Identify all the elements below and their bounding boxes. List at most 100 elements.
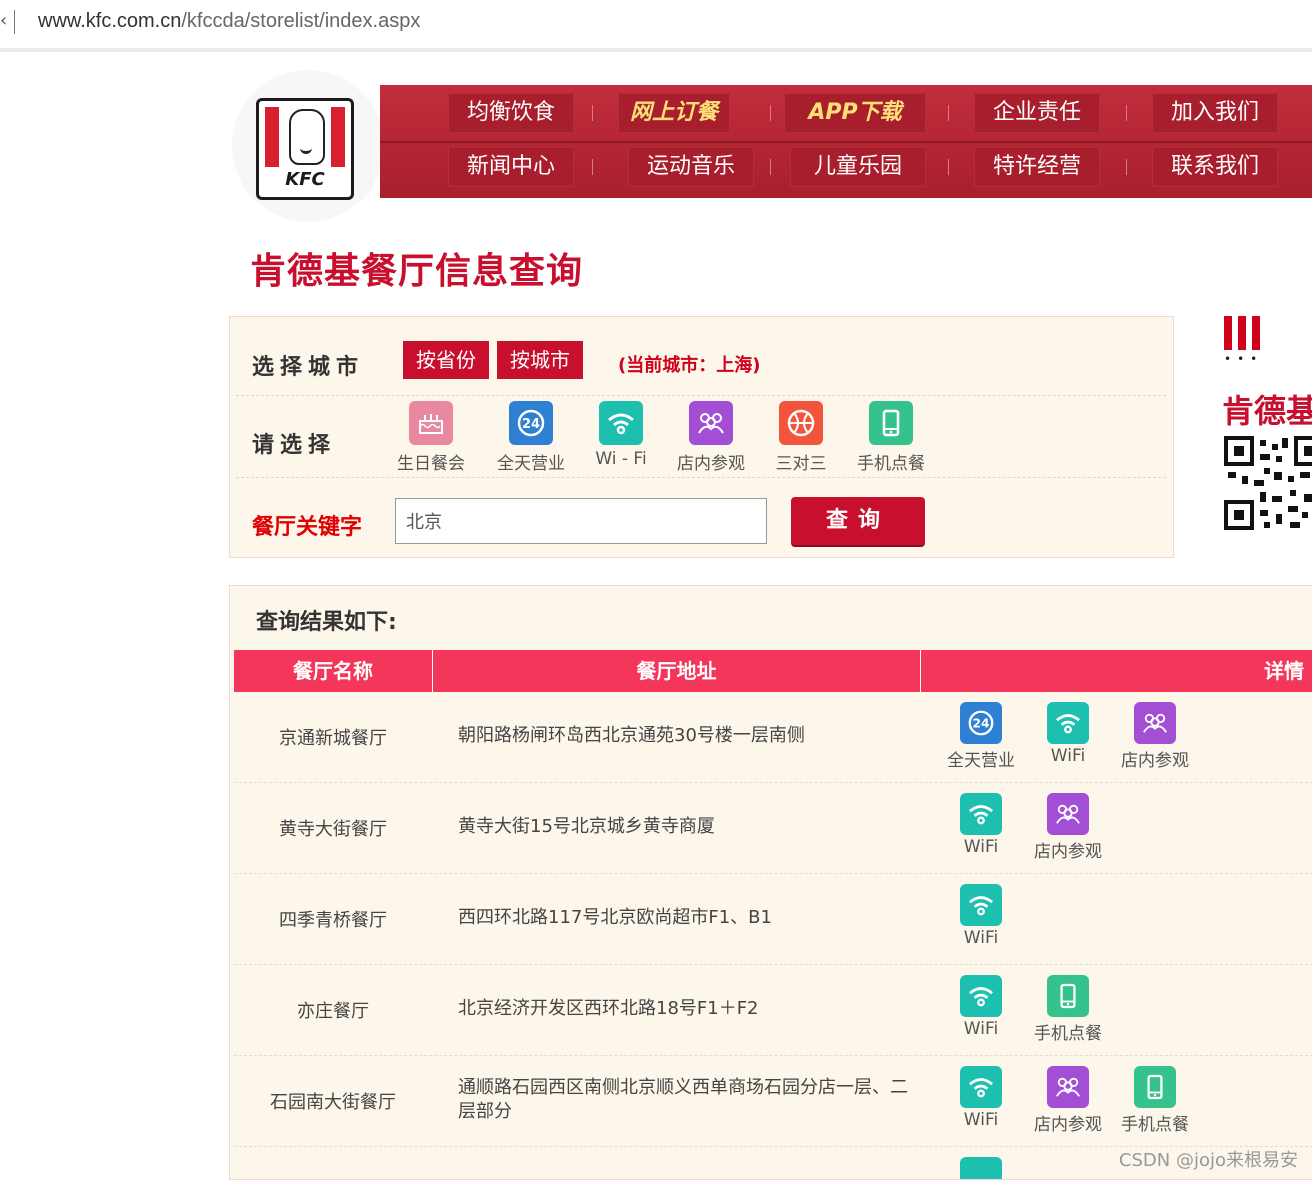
logo-stripe	[331, 107, 345, 167]
by-city-button[interactable]: 按城市	[497, 341, 583, 379]
table-header: 餐厅名称 餐厅地址 详情	[234, 650, 1312, 692]
promo-text: 肯德基	[1222, 392, 1312, 430]
store-address: 黄寺大街15号北京城乡黄寺商厦	[458, 816, 715, 837]
tag-label: WiFi	[963, 1019, 999, 1039]
tag-wifi	[936, 1157, 1026, 1179]
wifi-icon	[960, 1157, 1002, 1179]
table-row[interactable]: 黄寺大街餐厅 黄寺大街15号北京城乡黄寺商厦 WiFi 店内参观	[234, 783, 1312, 874]
tag-label: 手机点餐	[1121, 1115, 1189, 1135]
watermark: CSDN @jojo来根易安	[1118, 1150, 1298, 1171]
nav-item-franchise[interactable]: 特许经营	[974, 147, 1100, 187]
row-divider	[236, 395, 1166, 396]
feature-label: 生日餐会	[397, 454, 465, 474]
feature-label: 店内参观	[677, 454, 745, 474]
feature-label: 全天营业	[497, 454, 565, 474]
back-icon[interactable]: ‹	[0, 10, 7, 31]
wifi-icon	[960, 793, 1002, 835]
nav-divider	[1126, 105, 1127, 121]
svg-text:24: 24	[973, 717, 990, 731]
store-address: 朝阳路杨闸环岛西北京通苑30号楼一层南侧	[458, 725, 805, 746]
mobile-order-icon	[1134, 1066, 1176, 1108]
tag-label: WiFi	[963, 1110, 999, 1130]
tag-mobile-order: 手机点餐	[1110, 1066, 1200, 1135]
nav-divider	[592, 159, 593, 175]
nav-item-contact-us[interactable]: 联系我们	[1152, 147, 1278, 187]
tag-label: 店内参观	[1034, 1115, 1102, 1135]
address-bar-divider	[14, 10, 15, 34]
logo-circle: KFC	[232, 70, 384, 222]
column-header-details: 详情	[1264, 659, 1304, 683]
site-header: KFC 均衡饮食 网上订餐 APP下载 企业责任 加入我们 新闻中心 运动音乐 …	[232, 70, 1312, 222]
qr-code-icon[interactable]	[1224, 436, 1312, 532]
nav-divider	[770, 105, 771, 121]
feature-mobile-order[interactable]: 手机点餐	[850, 401, 932, 474]
table-row[interactable]: 京通新城餐厅 朝阳路杨闸环岛西北京通苑30号楼一层南侧 24 全天营业 WiFi…	[234, 692, 1312, 783]
wifi-icon	[1047, 702, 1089, 744]
wifi-icon	[960, 1066, 1002, 1108]
feature-label: 三对三	[775, 454, 827, 474]
tag-store-visit: 店内参观	[1023, 793, 1113, 862]
tag-label: WiFi	[1050, 746, 1086, 766]
tag-wifi: WiFi	[936, 793, 1026, 857]
side-promo: ••• 肯德基	[1190, 312, 1312, 542]
svg-text:24: 24	[522, 417, 540, 432]
kfc-logo[interactable]: KFC	[256, 98, 354, 200]
24h-icon: 24	[509, 401, 553, 445]
table-row[interactable]: 石园南大街餐厅 通顺路石园西区南侧北京顺义西单商场石园分店一层、二层部分 WiF…	[234, 1056, 1312, 1147]
wifi-icon	[960, 884, 1002, 926]
nav-item-balanced-diet[interactable]: 均衡饮食	[448, 93, 574, 133]
store-name: 京通新城餐厅	[279, 728, 387, 749]
nav-item-news-center[interactable]: 新闻中心	[448, 147, 574, 187]
nav-item-kids-park[interactable]: 儿童乐园	[790, 147, 926, 187]
search-panel: 选择城市 按省份 按城市 (当前城市：上海) 请选择 生日餐会 24 全天营业 …	[229, 316, 1174, 558]
column-header-address: 餐厅地址	[636, 659, 717, 683]
tag-label: 店内参观	[1121, 751, 1189, 771]
store-name: 石园南大街餐厅	[270, 1092, 396, 1113]
tag-store-visit: 店内参观	[1110, 702, 1200, 771]
tag-wifi: WiFi	[936, 884, 1026, 948]
logo-text: KFC	[285, 169, 325, 190]
feature-3v3[interactable]: 三对三	[760, 401, 842, 474]
address-bar[interactable]: ‹ www.kfc.com.cn/kfccda/storelist/index.…	[0, 0, 1312, 52]
wifi-icon	[599, 401, 643, 445]
nav-divider	[592, 105, 593, 121]
tag-label: WiFi	[963, 837, 999, 857]
colonel-face-icon	[289, 109, 325, 165]
nav-divider	[1126, 159, 1127, 175]
tag-label: 全天营业	[947, 751, 1015, 771]
tag-mobile-order: 手机点餐	[1023, 975, 1113, 1044]
row-divider	[236, 477, 1166, 478]
table-row[interactable]: 四季青桥餐厅 西四环北路117号北京欧尚超市F1、B1 WiFi	[234, 874, 1312, 965]
nav-divider	[948, 159, 949, 175]
group-visit-icon	[1047, 1066, 1089, 1108]
url-text[interactable]: www.kfc.com.cn/kfccda/storelist/index.as…	[38, 10, 420, 33]
nav-divider	[948, 105, 949, 121]
feature-wifi[interactable]: Wi - Fi	[580, 401, 662, 469]
nav-item-app-download[interactable]: APP下载	[784, 93, 926, 133]
feature-24-hours[interactable]: 24 全天营业	[490, 401, 572, 474]
basketball-icon	[779, 401, 823, 445]
by-province-button[interactable]: 按省份	[403, 341, 489, 379]
nav-item-online-order[interactable]: 网上订餐	[618, 93, 730, 133]
feature-birthday-party[interactable]: 生日餐会	[390, 401, 472, 474]
tag-wifi: WiFi	[1023, 702, 1113, 766]
group-visit-icon	[689, 401, 733, 445]
nav-item-join-us[interactable]: 加入我们	[1152, 93, 1278, 133]
nav-item-corporate-responsibility[interactable]: 企业责任	[974, 93, 1100, 133]
store-address: 北京经济开发区西环北路18号F1＋F2	[458, 998, 759, 1019]
keyword-input[interactable]	[395, 498, 767, 544]
tag-label: WiFi	[963, 928, 999, 948]
store-name: 四季青桥餐厅	[279, 910, 387, 931]
group-visit-icon	[1134, 702, 1176, 744]
page-title: 肯德基餐厅信息查询	[250, 251, 584, 292]
kfc-stripes-icon	[1224, 316, 1266, 354]
nav-item-sports-music[interactable]: 运动音乐	[628, 147, 754, 187]
store-name: 黄寺大街餐厅	[279, 819, 387, 840]
feature-label: Wi - Fi	[595, 449, 647, 469]
feature-store-visit[interactable]: 店内参观	[670, 401, 752, 474]
table-row[interactable]: 亦庄餐厅 北京经济开发区西环北路18号F1＋F2 WiFi 手机点餐	[234, 965, 1312, 1056]
store-address: 西四环北路117号北京欧尚超市F1、B1	[458, 907, 772, 928]
24h-icon: 24	[960, 702, 1002, 744]
search-button[interactable]: 查询	[791, 497, 925, 545]
results-title: 查询结果如下:	[256, 610, 397, 635]
